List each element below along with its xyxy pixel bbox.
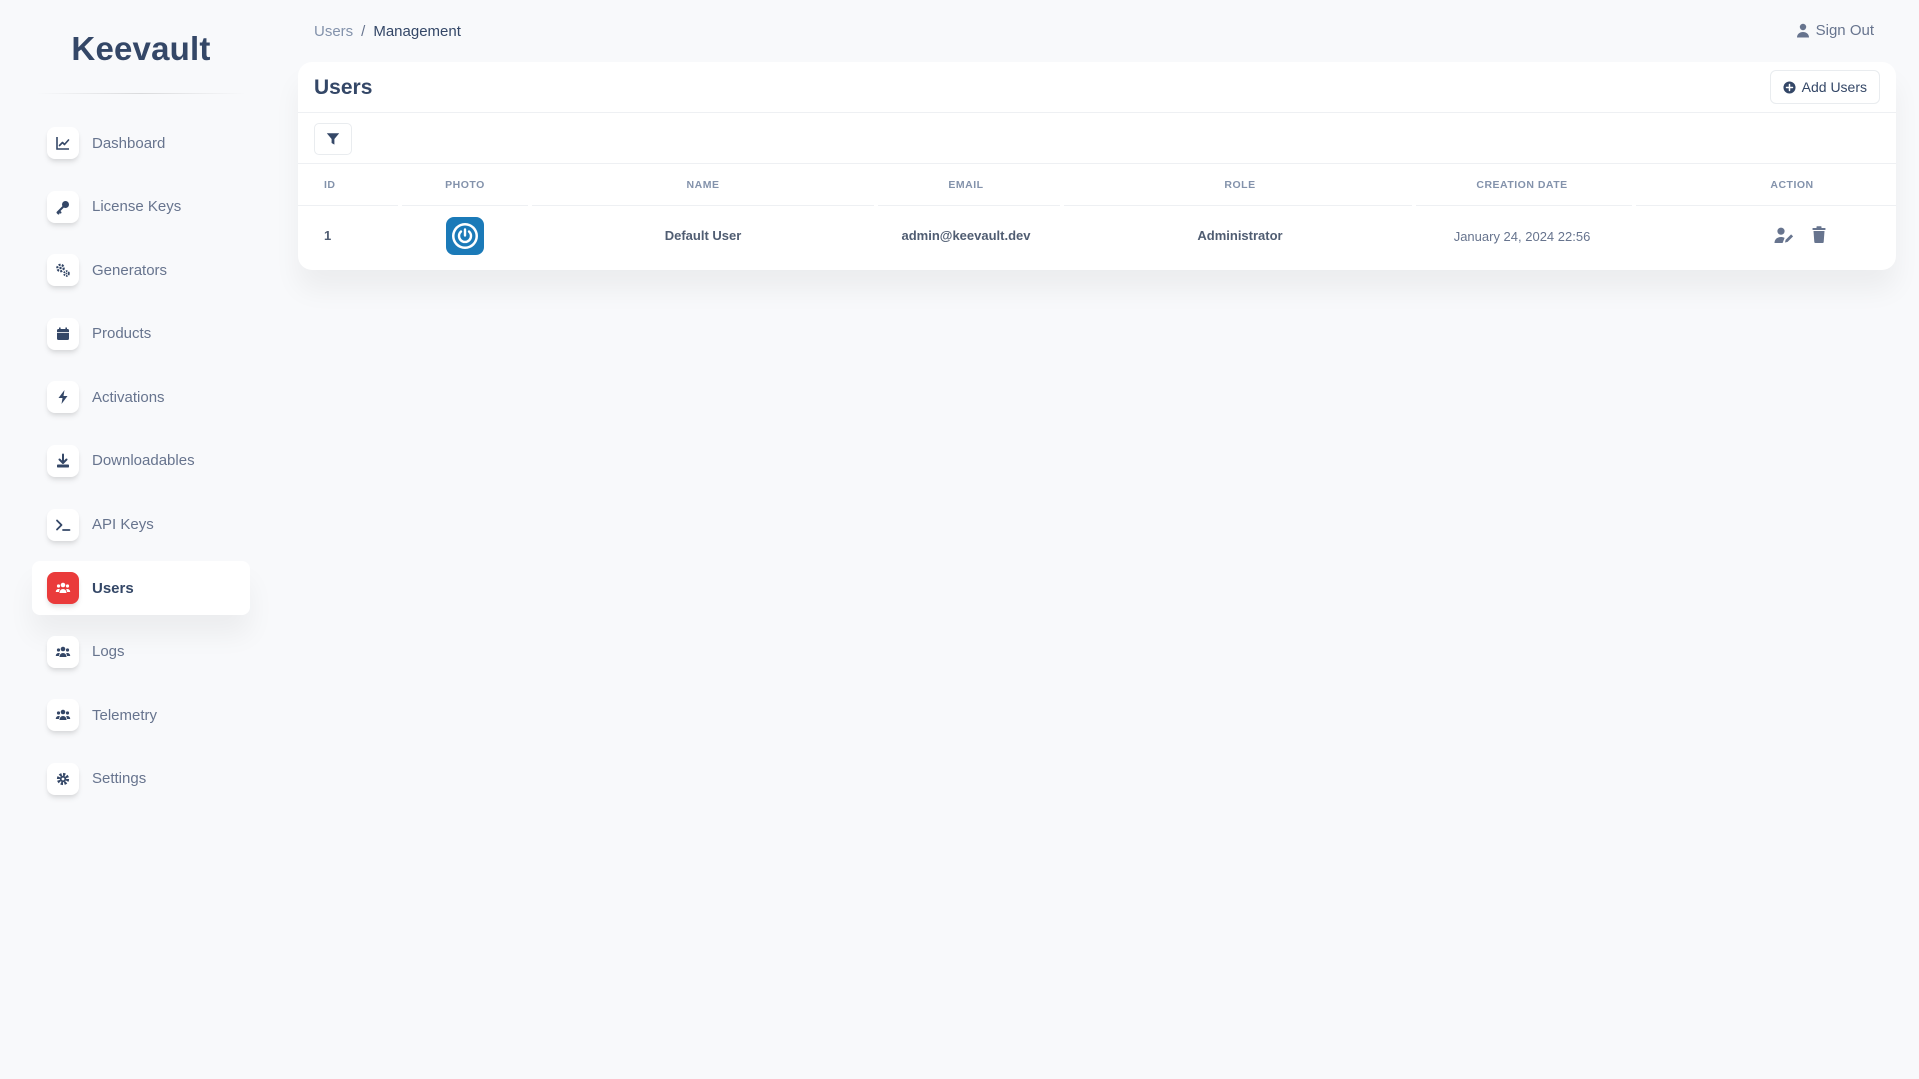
users-icon — [47, 699, 79, 732]
breadcrumb-current: Management — [373, 23, 461, 40]
sidebar-item-label: Activations — [92, 388, 165, 406]
sign-out-button[interactable]: Sign Out — [1796, 22, 1874, 39]
avatar — [446, 217, 484, 255]
sidebar-item-label: API Keys — [92, 516, 154, 534]
gear-icon — [47, 762, 79, 795]
sidebar-item-label: Downloadables — [92, 452, 195, 470]
download-icon — [47, 444, 79, 477]
sidebar-item-settings[interactable]: Settings — [32, 752, 250, 806]
users-card: Users Add Users ID PHOTO NAME EMAIL ROLE… — [298, 62, 1896, 270]
sidebar-item-api-keys[interactable]: API Keys — [32, 498, 250, 552]
page-title: Users — [314, 76, 373, 99]
column-header-name[interactable]: NAME — [687, 179, 720, 191]
sidebar-item-generators[interactable]: Generators — [32, 243, 250, 297]
sidebar-item-label: Generators — [92, 261, 168, 279]
sidebar-item-label: Telemetry — [92, 706, 158, 724]
column-header-role[interactable]: ROLE — [1224, 179, 1255, 191]
brand-logo[interactable]: Keevault — [30, 30, 252, 74]
terminal-icon — [47, 508, 79, 541]
users-icon — [47, 635, 79, 668]
key-icon — [47, 190, 79, 223]
users-icon — [47, 572, 79, 605]
breadcrumb-parent[interactable]: Users — [314, 23, 353, 40]
breadcrumb-separator: / — [361, 23, 366, 40]
cell-creation-date: January 24, 2024 22:56 — [1453, 229, 1591, 244]
calendar-icon — [47, 317, 79, 350]
header-divider — [1636, 205, 1896, 206]
column-header-creation-date[interactable]: CREATION DATE — [1476, 179, 1567, 191]
sidebar-item-label: Settings — [92, 770, 147, 788]
divider — [298, 112, 1896, 113]
plus-circle-icon — [1783, 80, 1796, 94]
cell-id: 1 — [324, 228, 332, 243]
divider — [298, 163, 1896, 164]
sidebar-item-license-keys[interactable]: License Keys — [32, 180, 250, 234]
cell-name: Default User — [664, 228, 742, 243]
sidebar-nav: Dashboard License Keys Generators Produc… — [32, 116, 250, 816]
sign-out-label: Sign Out — [1815, 22, 1874, 39]
chart-line-icon — [47, 127, 79, 159]
breadcrumb: Users / Management — [314, 23, 461, 40]
sidebar-item-label: License Keys — [92, 198, 182, 216]
trash-icon[interactable] — [1812, 226, 1826, 243]
sidebar: Keevault Dashboard License Keys Generato… — [0, 0, 280, 1079]
user-icon — [1796, 23, 1809, 38]
sidebar-item-downloadables[interactable]: Downloadables — [32, 434, 250, 488]
sidebar-item-products[interactable]: Products — [32, 307, 250, 361]
cell-role: Administrator — [1197, 228, 1283, 243]
sidebar-item-activations[interactable]: Activations — [32, 370, 250, 424]
sidebar-item-label: Users — [92, 579, 134, 597]
cell-email: admin@keevault.dev — [901, 228, 1031, 243]
gears-icon — [47, 254, 79, 287]
header-divider — [298, 205, 398, 206]
header-divider — [1416, 205, 1632, 206]
sidebar-item-label: Dashboard — [92, 134, 166, 152]
column-header-id[interactable]: ID — [324, 179, 336, 191]
sidebar-item-logs[interactable]: Logs — [32, 625, 250, 679]
sidebar-divider — [36, 93, 246, 94]
sidebar-item-telemetry[interactable]: Telemetry — [32, 688, 250, 742]
sidebar-item-users[interactable]: Users — [32, 561, 250, 616]
add-users-button[interactable]: Add Users — [1769, 70, 1880, 104]
sidebar-item-dashboard[interactable]: Dashboard — [32, 116, 250, 170]
sidebar-item-label: Products — [92, 325, 152, 343]
bolt-icon — [47, 381, 79, 414]
sidebar-item-label: Logs — [92, 643, 125, 661]
header-divider — [532, 205, 874, 206]
column-header-action[interactable]: ACTION — [1770, 179, 1813, 191]
header-divider — [878, 205, 1060, 206]
power-icon — [452, 223, 478, 249]
header-divider — [1064, 205, 1412, 206]
column-header-photo[interactable]: PHOTO — [445, 179, 485, 191]
column-header-email[interactable]: EMAIL — [948, 179, 983, 191]
filter-icon — [326, 133, 340, 145]
add-users-label: Add Users — [1801, 79, 1867, 95]
filter-button[interactable] — [314, 123, 352, 155]
header-divider — [402, 205, 528, 206]
edit-user-icon[interactable] — [1774, 227, 1794, 244]
